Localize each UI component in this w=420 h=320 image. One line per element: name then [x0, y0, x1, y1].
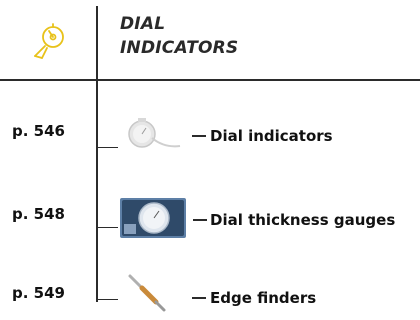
- vertical-divider: [96, 6, 98, 302]
- section-title-line-1: DIAL: [120, 14, 166, 34]
- header-divider: [0, 79, 420, 81]
- entry-label-dial-indicators[interactable]: Dial indicators: [210, 127, 333, 145]
- entry-dash: [192, 297, 206, 299]
- entry-dash: [193, 219, 207, 221]
- section-title: DIAL INDICATORS: [120, 12, 320, 60]
- entry-connector: [96, 212, 118, 228]
- section-title-line-2: INDICATORS: [120, 38, 239, 58]
- entry-dash: [192, 135, 206, 137]
- page-ref-dial-indicators[interactable]: p. 546: [12, 122, 65, 140]
- dial-thickness-gauge-image: [120, 198, 186, 238]
- entry-connector: [96, 284, 118, 300]
- dial-gauge-icon: [34, 23, 64, 59]
- entry-label-edge-finders[interactable]: Edge finders: [210, 289, 316, 307]
- entry-connector: [96, 132, 118, 148]
- edge-finder-image: [128, 274, 166, 312]
- entry-label-dial-thickness-gauges[interactable]: Dial thickness gauges: [210, 211, 395, 229]
- page-ref-edge-finders[interactable]: p. 549: [12, 284, 65, 302]
- dial-indicator-image: [128, 118, 181, 148]
- page-ref-dial-thickness-gauges[interactable]: p. 548: [12, 205, 65, 223]
